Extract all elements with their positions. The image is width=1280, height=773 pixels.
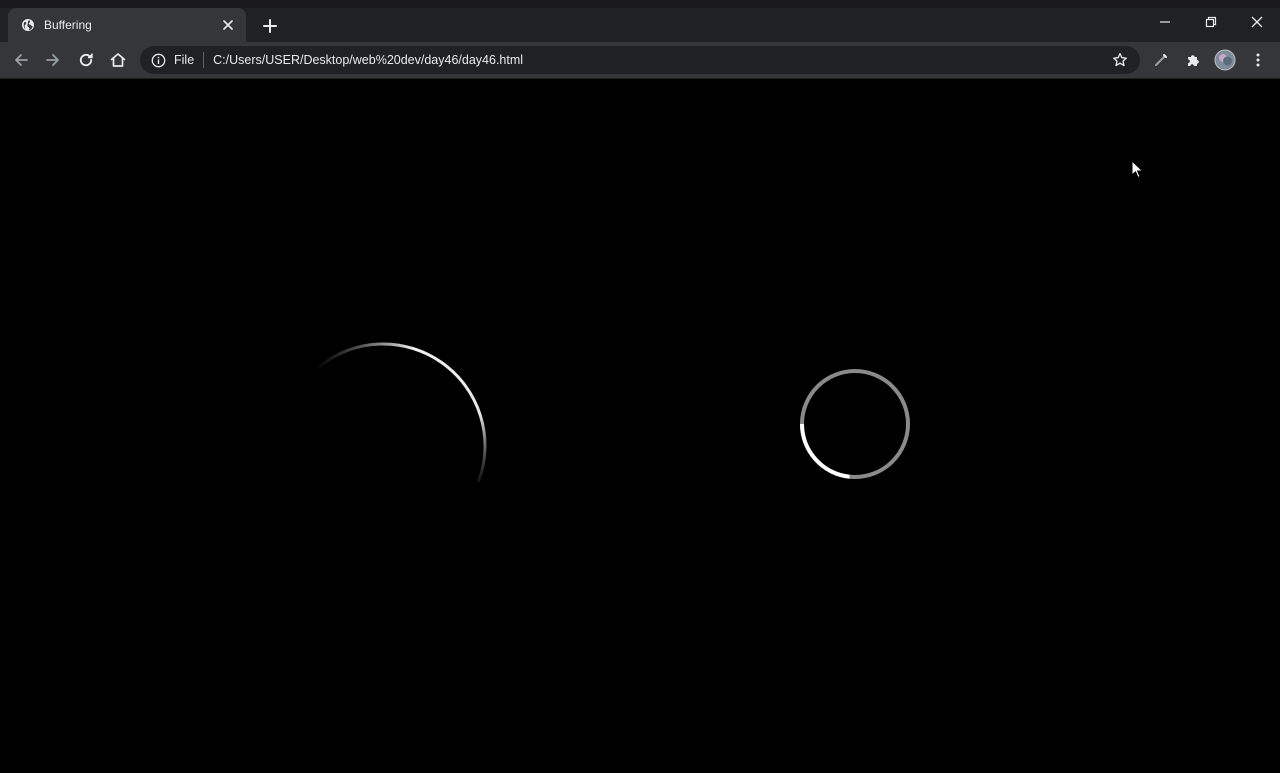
tab-title: Buffering (44, 18, 92, 32)
tab-strip-top-border (0, 0, 1280, 8)
large-arc-loader (317, 342, 487, 483)
page-content (0, 79, 1280, 768)
address-separator (203, 52, 205, 68)
back-arrow-icon[interactable] (9, 48, 33, 72)
restore-window-icon[interactable] (1188, 8, 1234, 36)
ring-loader (800, 369, 910, 479)
extensions-puzzle-icon[interactable] (1181, 48, 1205, 72)
forward-arrow-icon[interactable] (41, 48, 65, 72)
tab-buffering[interactable]: Buffering (8, 8, 246, 42)
mouse-pointer-icon (1131, 159, 1145, 185)
browser-menu-icon[interactable] (1246, 48, 1270, 72)
bookmark-star-icon[interactable] (1110, 50, 1130, 70)
browser-toolbar: File C:/Users/USER/Desktop/web%20dev/day… (0, 42, 1280, 79)
home-icon[interactable] (106, 48, 130, 72)
minimize-window-icon[interactable] (1142, 8, 1188, 36)
url-text[interactable]: C:/Users/USER/Desktop/web%20dev/day46/da… (213, 53, 1110, 67)
tab-close-icon[interactable] (218, 15, 238, 35)
scheme-label: File (174, 53, 195, 67)
profile-avatar[interactable] (1213, 48, 1237, 72)
new-tab-plus-icon[interactable] (258, 14, 282, 38)
globe-icon (20, 17, 36, 33)
loaders-canvas (317, 342, 910, 483)
info-icon[interactable] (150, 52, 166, 68)
close-window-icon[interactable] (1234, 8, 1280, 36)
tab-strip: Buffering (0, 0, 1280, 42)
reload-icon[interactable] (74, 48, 98, 72)
pen-extension-icon[interactable] (1149, 48, 1173, 72)
address-bar[interactable]: File C:/Users/USER/Desktop/web%20dev/day… (140, 46, 1140, 74)
